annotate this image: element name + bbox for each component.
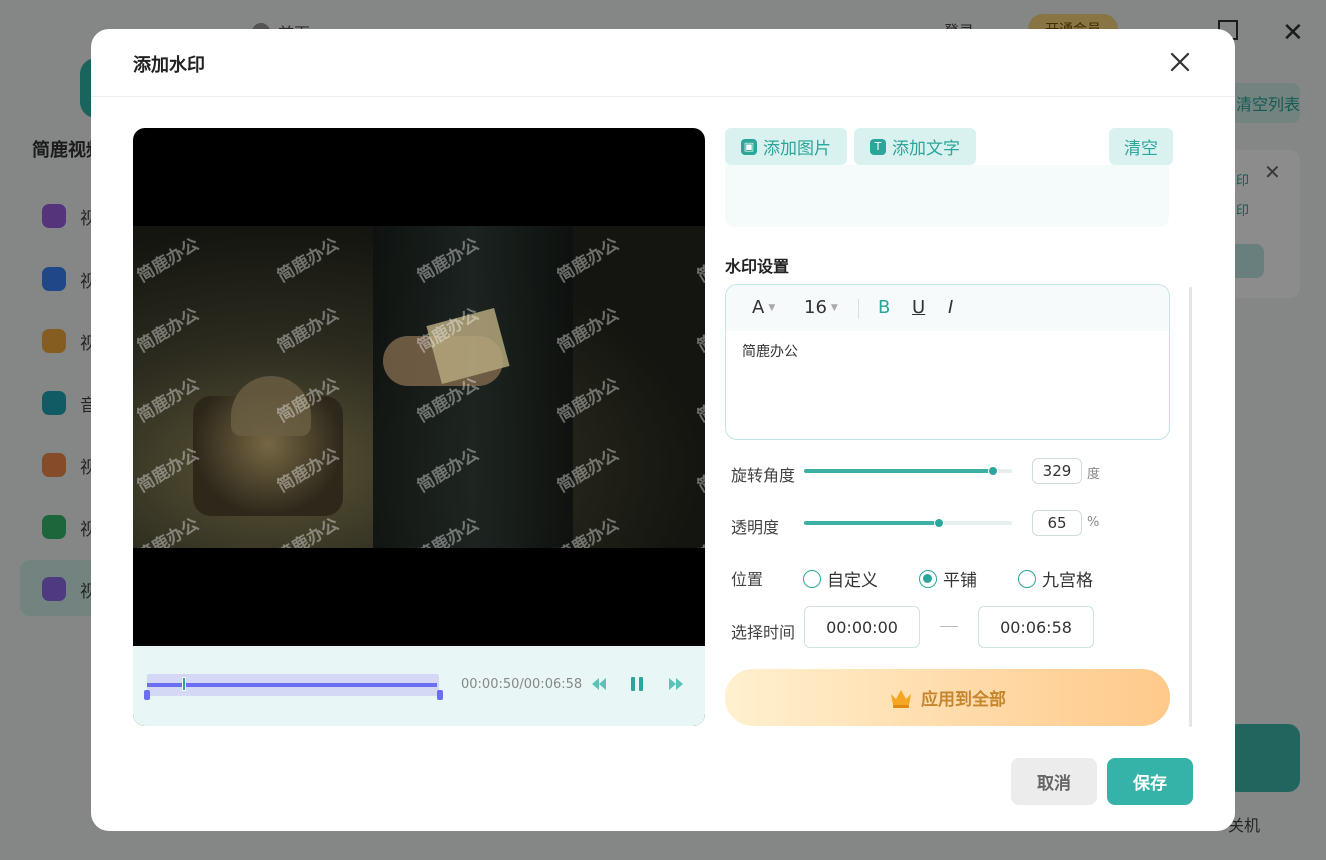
save-button[interactable]: 保存: [1107, 758, 1193, 805]
video-frame[interactable]: 简鹿办公 简鹿办公 简鹿办公 简鹿办公 简鹿办公 简鹿办公 简鹿办公 简鹿办公 简鹿办公 简鹿办公…: [133, 226, 705, 548]
image-icon: ▣: [741, 138, 757, 155]
rotation-slider-thumb[interactable]: [988, 466, 998, 476]
bold-button[interactable]: B: [878, 297, 890, 318]
watermark-tile: 简鹿办公: [133, 514, 203, 548]
font-size-select[interactable]: 16 ▼: [804, 297, 838, 318]
crown-icon: [891, 689, 911, 708]
add-image-button[interactable]: ▣ 添加图片: [725, 128, 847, 165]
timeline-track[interactable]: [144, 674, 443, 700]
editor-toolbar: A ▼ 16 ▼ B U I: [726, 285, 1169, 331]
settings-scrollbar[interactable]: [1189, 287, 1192, 727]
watermark-tile: 简鹿办公: [693, 304, 705, 357]
editor-content[interactable]: 简鹿办公: [726, 331, 1169, 439]
position-option-grid[interactable]: 九宫格: [1018, 566, 1093, 591]
rotation-input[interactable]: 329: [1032, 458, 1082, 484]
radio-icon: [1018, 569, 1036, 588]
watermark-tile: 简鹿办公: [693, 374, 705, 427]
rotation-unit: 度: [1087, 467, 1101, 482]
dialog-header: 添加水印: [91, 29, 1235, 97]
add-text-label: 添加文字: [892, 139, 960, 159]
watermark-settings-title: 水印设置: [725, 257, 790, 276]
pause-icon[interactable]: [627, 674, 647, 694]
watermark-tile: 简鹿办公: [273, 304, 343, 357]
timeline-start-handle[interactable]: [144, 690, 150, 700]
radio-icon: [803, 569, 821, 588]
apply-to-all-label: 应用到全部: [921, 690, 1006, 710]
opacity-slider[interactable]: [804, 518, 1012, 528]
font-size-value: 16: [804, 297, 827, 318]
watermark-list: [725, 165, 1169, 227]
font-family-select[interactable]: A ▼: [752, 297, 775, 318]
watermark-text-editor: A ▼ 16 ▼ B U I 简鹿办公: [725, 284, 1170, 440]
rotation-label: 旋转角度: [731, 466, 796, 485]
text-icon: T: [870, 138, 886, 155]
watermark-tile: 简鹿办公: [693, 514, 705, 548]
time-display: 00:00:50/00:06:58: [461, 677, 583, 692]
chevron-down-icon: ▼: [768, 302, 776, 313]
watermark-tile: 简鹿办公: [133, 234, 203, 287]
add-image-label: 添加图片: [763, 139, 831, 159]
time-range-separator: [940, 626, 958, 627]
watermark-tile: 简鹿办公: [133, 304, 203, 357]
clear-button[interactable]: 清空: [1109, 128, 1173, 165]
time-select-label: 选择时间: [731, 623, 796, 642]
position-option-tile[interactable]: 平铺: [919, 566, 977, 591]
close-icon[interactable]: [1167, 49, 1193, 75]
opacity-input[interactable]: 65: [1032, 510, 1082, 536]
apply-to-all-button[interactable]: 应用到全部: [725, 669, 1170, 726]
font-icon: A: [752, 297, 765, 318]
position-option-label: 平铺: [943, 571, 977, 591]
rotation-slider-fill: [804, 469, 993, 473]
watermark-tile: 简鹿办公: [693, 234, 705, 287]
position-option-label: 自定义: [827, 571, 878, 591]
timeline-end-handle[interactable]: [437, 690, 443, 700]
cancel-button[interactable]: 取消: [1011, 758, 1097, 805]
toolbar-divider: [858, 299, 859, 319]
end-time-input[interactable]: 00:06:58: [978, 606, 1094, 648]
underline-button[interactable]: U: [912, 297, 925, 318]
opacity-unit: %: [1087, 515, 1100, 530]
position-option-custom[interactable]: 自定义: [803, 566, 878, 591]
rotation-slider[interactable]: [804, 466, 1012, 476]
chevron-down-icon: ▼: [830, 302, 838, 313]
watermark-tile: 简鹿办公: [693, 444, 705, 497]
rewind-icon[interactable]: [589, 674, 609, 694]
timeline-range: [147, 683, 437, 687]
opacity-slider-fill: [804, 521, 939, 525]
dialog-title: 添加水印: [133, 55, 205, 76]
position-option-label: 九宫格: [1042, 571, 1093, 591]
start-time-input[interactable]: 00:00:00: [804, 606, 920, 648]
add-watermark-dialog: 添加水印 简鹿办公 简鹿办公 简鹿办公 简鹿办公 简鹿办公 简鹿办公 简鹿办公 简鹿办公 简鹿办…: [91, 29, 1235, 831]
position-label: 位置: [731, 570, 764, 589]
watermark-tile: 简鹿办公: [273, 234, 343, 287]
opacity-slider-thumb[interactable]: [934, 518, 944, 528]
timeline-playhead[interactable]: [182, 677, 186, 691]
radio-checked-icon: [919, 569, 937, 588]
add-text-button[interactable]: T 添加文字: [854, 128, 976, 165]
player-controls: 00:00:50/00:06:58: [133, 646, 705, 726]
opacity-label: 透明度: [731, 518, 780, 537]
fast-forward-icon[interactable]: [666, 674, 686, 694]
video-preview: 简鹿办公 简鹿办公 简鹿办公 简鹿办公 简鹿办公 简鹿办公 简鹿办公 简鹿办公 简鹿办公 简鹿办公…: [133, 128, 705, 726]
italic-button[interactable]: I: [948, 297, 953, 318]
